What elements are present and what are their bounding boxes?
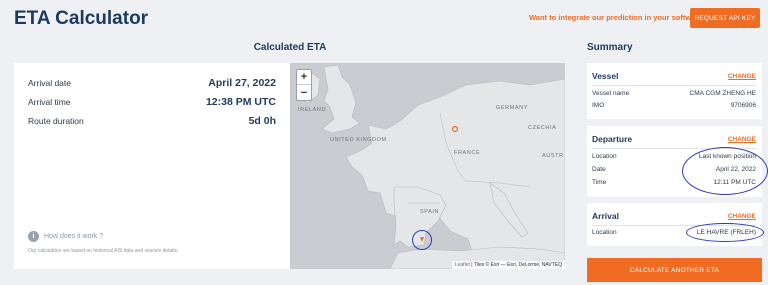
departure-title: Departure [592,134,633,144]
arrival-title: Arrival [592,211,619,221]
vessel-name-row: Vessel name CMA CGM ZHENG HE [592,90,756,97]
imo-label: IMO [592,102,605,109]
vessel-title: Vessel [592,71,619,81]
api-promo-text: Want to integrate our prediction in your… [529,13,708,22]
info-icon: i [28,231,39,242]
eta-result-card: Arrival date April 27, 2022 Arrival time… [14,63,290,269]
request-api-key-button[interactable]: REQUEST API KEY [690,8,760,28]
departure-change-link[interactable]: CHANGE [728,136,756,143]
arrival-date-value: April 27, 2022 [208,77,276,89]
calculation-note: Our calculation are based on historical … [28,248,179,254]
route-duration-row: Route duration 5d 0h [28,115,276,127]
imo-value: 9706906 [730,102,756,109]
vessel-highlight-circle [412,230,432,250]
map-label-france: FRANCE [454,150,481,156]
calculated-eta-heading: Calculated ETA [253,42,327,53]
map-label-spain: SPAIN [420,209,440,215]
arrival-panel: Arrival CHANGE Location LE HAVRE (FRLEH) [587,203,764,246]
calculate-another-eta-button[interactable]: CALCULATE ANOTHER ETA [587,258,762,282]
zoom-out-button[interactable]: − [297,85,311,100]
vessel-name-value: CMA CGM ZHENG HE [689,90,756,97]
departure-date-label: Date [592,166,606,173]
arrival-change-link[interactable]: CHANGE [728,213,756,220]
page-title: ETA Calculator [14,8,149,29]
arrival-time-row: Arrival time 12:38 PM UTC [28,96,276,108]
vessel-change-link[interactable]: CHANGE [728,73,756,80]
route-duration-label: Route duration [28,116,84,126]
arrival-time-label: Arrival time [28,97,71,107]
zoom-control: + − [296,69,312,101]
tiles-attribution: | Tiles © Esri — Esri, DeLorme, NAVTEQ [471,262,562,268]
map-label-ireland: IRELAND [298,107,327,113]
how-does-it-work-link[interactable]: i How does it work ? [28,231,103,242]
departure-location-label: Location [592,153,617,160]
arrival-date-row: Arrival date April 27, 2022 [28,77,276,89]
vessel-name-label: Vessel name [592,90,630,97]
vessel-panel-header: Vessel CHANGE [592,71,756,81]
arrival-panel-header: Arrival CHANGE [592,211,756,221]
departure-time-label: Time [592,179,607,186]
map-label-uk: UNITED KINGDOM [330,137,387,143]
how-does-it-work-label: How does it work ? [44,233,104,240]
departure-panel-header: Departure CHANGE [592,134,756,144]
arrival-date-label: Arrival date [28,78,71,88]
leaflet-link[interactable]: Leaflet [455,262,470,268]
divider [592,85,756,86]
arrival-time-value: 12:38 PM UTC [205,96,276,108]
map-label-austria: AUSTR [542,153,564,159]
map-label-czechia: CZECHIA [528,125,557,131]
route-map[interactable]: + − IRELAND UNITED KINGDOM GERMANY CZECH… [290,63,565,269]
arrival-highlight-ellipse [686,223,764,242]
map-label-germany: GERMANY [496,105,529,111]
departure-highlight-ellipse [682,147,768,195]
map-attribution: Leaflet | Tiles © Esri — Esri, DeLorme, … [451,261,565,269]
zoom-in-button[interactable]: + [297,70,311,85]
departure-panel: Departure CHANGE Location Last known pos… [587,126,768,197]
vessel-panel: Vessel CHANGE Vessel name CMA CGM ZHENG … [587,63,762,119]
imo-row: IMO 9706906 [592,102,756,109]
route-duration-value: 5d 0h [248,115,276,127]
summary-heading: Summary [587,42,633,53]
arrival-location-label: Location [592,229,617,236]
